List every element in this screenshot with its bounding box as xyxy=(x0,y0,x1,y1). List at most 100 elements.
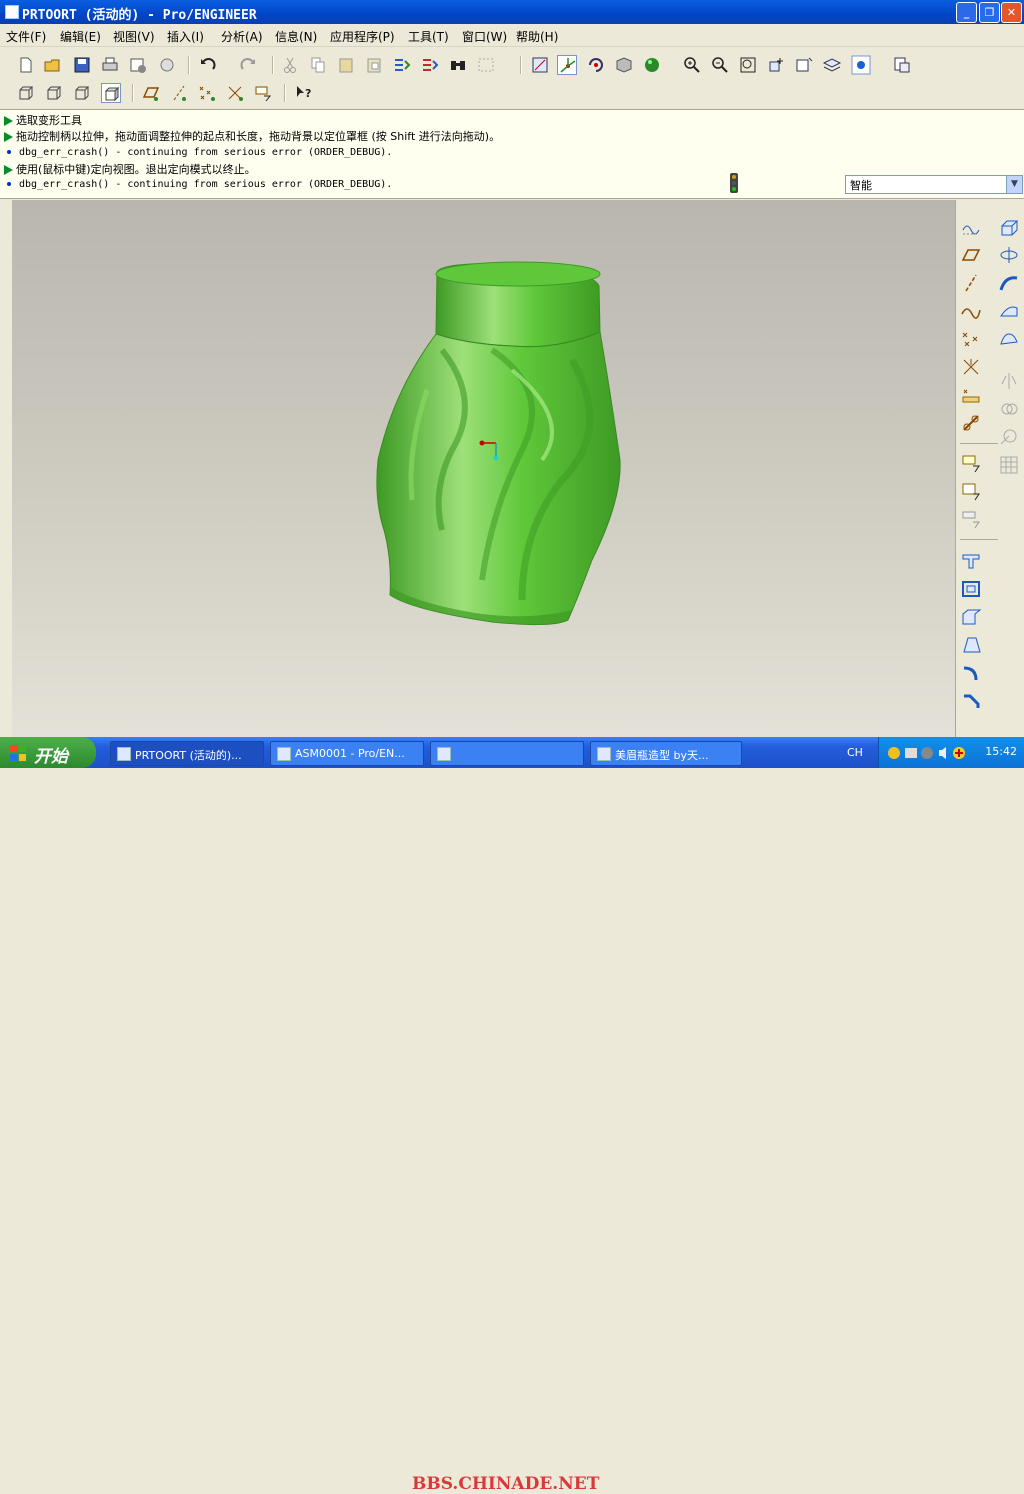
mirror-icon[interactable] xyxy=(998,370,1020,392)
csys-display-icon[interactable] xyxy=(225,83,245,103)
info-bullet-icon xyxy=(7,182,11,186)
menu-file[interactable]: 文件(F) xyxy=(6,28,46,45)
redo-icon[interactable] xyxy=(238,55,258,75)
point-display-icon[interactable] xyxy=(197,83,217,103)
context-help-icon[interactable]: ? xyxy=(294,83,314,103)
print-icon[interactable] xyxy=(100,55,120,75)
maximize-button[interactable]: ❐ xyxy=(979,2,1000,23)
pattern-icon[interactable] xyxy=(998,454,1020,476)
menu-edit[interactable]: 编辑(E) xyxy=(60,28,101,45)
window-title: PRTOORT (活动的) - Pro/ENGINEER xyxy=(22,8,257,23)
watermark: BBS.CHINADE.NET xyxy=(412,1474,600,1494)
menu-tools[interactable]: 工具(T) xyxy=(408,28,449,45)
datum-plane-display-icon[interactable] xyxy=(141,83,161,103)
hidden-line-icon[interactable] xyxy=(44,83,64,103)
shading-icon[interactable] xyxy=(101,83,121,103)
message-line: dbg_err_crash() - continuing from seriou… xyxy=(4,177,392,193)
extrude-icon[interactable] xyxy=(998,216,1020,238)
menu-window[interactable]: 窗口(W) xyxy=(462,28,507,45)
message-line: 拖动控制柄以拉伸，拖动面调整拉伸的起点和长度，拖动背景以定位罩框 (按 Shif… xyxy=(4,128,500,144)
start-button[interactable]: 开始 xyxy=(0,737,96,768)
model-vase[interactable] xyxy=(12,200,955,737)
message-line: dbg_err_crash() - continuing from seriou… xyxy=(4,145,392,161)
taskbar-item-vase[interactable]: 美眉瓶造型 by天... xyxy=(590,741,742,766)
minimize-button[interactable]: _ xyxy=(956,2,977,23)
appearance-icon[interactable] xyxy=(642,55,662,75)
selection-filter-select[interactable]: 智能 ▼ xyxy=(845,175,1023,194)
zoom-in-icon[interactable] xyxy=(682,55,702,75)
copy-icon[interactable] xyxy=(308,55,328,75)
proe-window-icon xyxy=(277,747,291,761)
send-icon[interactable] xyxy=(128,55,148,75)
graphics-window[interactable] xyxy=(12,200,955,737)
note-icon[interactable] xyxy=(960,480,982,502)
display-style-icon[interactable] xyxy=(851,55,871,75)
analysis-icon[interactable] xyxy=(960,384,982,406)
sketch-icon[interactable] xyxy=(960,216,982,238)
new-icon[interactable] xyxy=(16,55,36,75)
layers-icon[interactable] xyxy=(822,55,842,75)
zoom-out-icon[interactable] xyxy=(710,55,730,75)
datum-axis-display-icon[interactable] xyxy=(169,83,189,103)
round-icon[interactable] xyxy=(960,662,982,684)
rib-icon[interactable] xyxy=(960,606,982,628)
menu-info[interactable]: 信息(N) xyxy=(275,28,317,45)
input-language[interactable]: CH xyxy=(847,746,863,759)
no-hidden-icon[interactable] xyxy=(72,83,92,103)
taskbar-item-browser[interactable] xyxy=(430,741,584,766)
orient-icon[interactable] xyxy=(586,55,606,75)
menu-insert[interactable]: 插入(I) xyxy=(167,28,204,45)
reorient-icon[interactable] xyxy=(766,55,786,75)
axis-icon[interactable] xyxy=(960,272,982,294)
menu-applications[interactable]: 应用程序(P) xyxy=(330,28,395,45)
menu-view[interactable]: 视图(V) xyxy=(113,28,155,45)
close-button[interactable]: ✕ xyxy=(1001,2,1022,23)
paste-icon[interactable] xyxy=(336,55,356,75)
curve-icon[interactable] xyxy=(960,300,982,322)
taskbar-item-prtoort[interactable]: PRTOORT (活动的)... xyxy=(110,741,264,766)
repaint-icon[interactable] xyxy=(530,55,550,75)
regenerate-icon[interactable] xyxy=(392,55,412,75)
hole-icon[interactable] xyxy=(960,550,982,572)
plane-icon[interactable] xyxy=(960,244,982,266)
saved-views-icon[interactable] xyxy=(614,55,634,75)
find-icon[interactable] xyxy=(448,55,468,75)
cut-icon[interactable] xyxy=(280,55,300,75)
draft-icon[interactable] xyxy=(960,634,982,656)
regen-manager-icon[interactable] xyxy=(420,55,440,75)
datum-tool-icon[interactable] xyxy=(960,412,982,434)
paste-special-icon[interactable] xyxy=(364,55,384,75)
tray-icons[interactable] xyxy=(887,745,971,761)
shell-icon[interactable] xyxy=(960,578,982,600)
proe-window-icon xyxy=(117,747,131,761)
model-tree-icon[interactable] xyxy=(892,55,912,75)
chamfer-icon[interactable] xyxy=(960,690,982,712)
spin-center-icon[interactable] xyxy=(557,55,577,75)
annotation-icon[interactable] xyxy=(960,452,982,474)
trim-icon[interactable] xyxy=(998,426,1020,448)
taskbar-item-asm0001[interactable]: ASM0001 - Pro/EN... xyxy=(270,741,424,766)
undo-icon[interactable] xyxy=(198,55,218,75)
menu-help[interactable]: 帮助(H) xyxy=(516,28,558,45)
chevron-down-icon[interactable]: ▼ xyxy=(1006,176,1022,193)
select-box-icon[interactable] xyxy=(476,55,496,75)
sweep-icon[interactable] xyxy=(998,272,1020,294)
browser-icon xyxy=(597,747,611,761)
point-icon[interactable] xyxy=(960,328,982,350)
view-manager-icon[interactable] xyxy=(794,55,814,75)
annotation-display-icon[interactable] xyxy=(253,83,273,103)
dim-icon[interactable] xyxy=(960,508,982,530)
refit-icon[interactable] xyxy=(738,55,758,75)
wireframe-icon[interactable] xyxy=(16,83,36,103)
menu-bar: 文件(F) 编辑(E) 视图(V) 插入(I) 分析(A) 信息(N) 应用程序… xyxy=(0,24,1024,47)
boundary-icon[interactable] xyxy=(998,328,1020,350)
revolve-icon[interactable] xyxy=(998,244,1020,266)
save-icon[interactable] xyxy=(72,55,92,75)
email-icon[interactable] xyxy=(157,55,177,75)
open-icon[interactable] xyxy=(43,55,63,75)
merge-icon[interactable] xyxy=(998,398,1020,420)
csys-icon[interactable] xyxy=(960,356,982,378)
blend-icon[interactable] xyxy=(998,300,1020,322)
windows-logo-icon xyxy=(10,745,26,761)
menu-analysis[interactable]: 分析(A) xyxy=(221,28,263,45)
